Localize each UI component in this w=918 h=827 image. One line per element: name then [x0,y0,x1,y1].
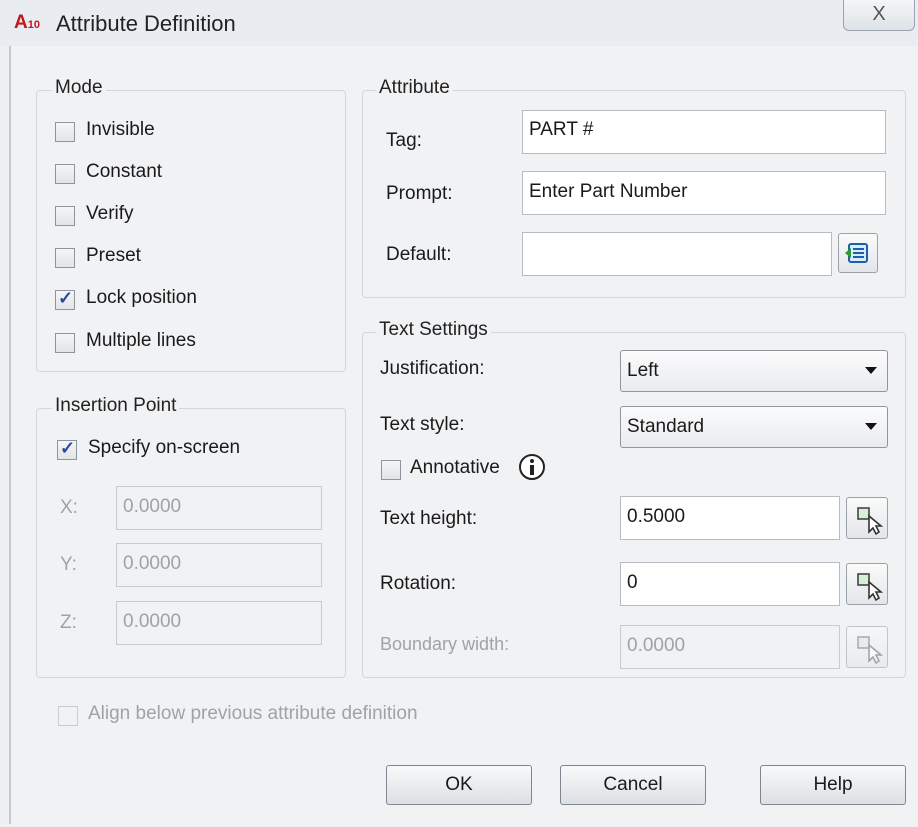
invisible-label: Invisible [86,119,155,140]
preset-checkbox[interactable] [55,248,75,268]
align-below-checkbox[interactable] [58,706,78,726]
text-style-label: Text style: [380,414,465,435]
y-field[interactable]: 0.0000 [116,543,322,587]
z-label: Z: [60,612,77,633]
verify-checkbox[interactable] [55,206,75,226]
prompt-input[interactable]: Enter Part Number [522,171,886,215]
text-height-input[interactable]: 0.5000 [620,496,840,540]
annotative-checkbox[interactable] [381,460,401,480]
text-height-label: Text height: [380,508,478,529]
multiple-lines-checkbox[interactable] [55,333,75,353]
invisible-checkbox[interactable] [55,122,75,142]
mode-group-label: Mode [52,77,106,99]
text-settings-label: Text Settings [376,319,491,341]
rotation-label: Rotation: [380,573,457,594]
annotative-label: Annotative [410,457,500,478]
close-icon: X [872,3,886,25]
tag-label: Tag: [386,130,422,151]
tag-input[interactable]: PART # [522,110,886,154]
ok-button[interactable]: OK [386,765,532,805]
text-style-dropdown[interactable]: Standard [620,406,888,448]
pick-point-icon [857,573,884,602]
pick-point-icon [857,507,884,536]
constant-checkbox[interactable] [55,164,75,184]
x-label: X: [60,497,78,518]
prompt-label: Prompt: [386,183,453,204]
constant-label: Constant [86,161,163,182]
pick-boundary-button[interactable] [846,626,888,668]
attribute-group-label: Attribute [376,77,453,99]
verify-label: Verify [86,203,134,224]
justification-value: Left [627,360,659,381]
pick-height-button[interactable] [846,497,888,539]
lock-position-checkbox[interactable] [55,288,75,310]
cancel-button[interactable]: Cancel [560,765,706,805]
x-field[interactable]: 0.0000 [116,486,322,530]
chevron-down-icon [865,367,877,374]
rotation-input[interactable]: 0 [620,562,840,606]
pick-point-icon [857,636,884,665]
info-icon[interactable] [517,452,547,482]
boundary-width-input[interactable]: 0.0000 [620,625,840,669]
window-title: Attribute Definition [56,11,236,36]
title-bar: A10 Attribute Definition X [0,0,918,46]
lock-position-label: Lock position [86,287,197,308]
boundary-width-label: Boundary width: [380,634,510,654]
chevron-down-icon [865,423,877,430]
specify-on-screen-checkbox[interactable] [57,438,77,460]
preset-label: Preset [86,245,141,266]
close-button[interactable]: X [843,0,915,31]
specify-on-screen-label: Specify on-screen [88,437,241,458]
z-field[interactable]: 0.0000 [116,601,322,645]
align-below-label: Align below previous attribute definitio… [88,703,418,724]
insertion-point-label: Insertion Point [52,395,180,417]
text-style-value: Standard [627,416,705,437]
y-label: Y: [60,554,77,575]
insert-field-button[interactable] [838,233,878,273]
help-button[interactable]: Help [760,765,906,805]
justification-label: Justification: [380,358,485,379]
justification-dropdown[interactable]: Left [620,350,888,392]
default-input[interactable] [522,232,832,276]
pick-rotation-button[interactable] [846,563,888,605]
insert-field-icon [845,243,868,263]
default-label: Default: [386,244,452,265]
app-logo-icon: A10 [14,12,40,33]
multiple-lines-label: Multiple lines [86,330,196,351]
